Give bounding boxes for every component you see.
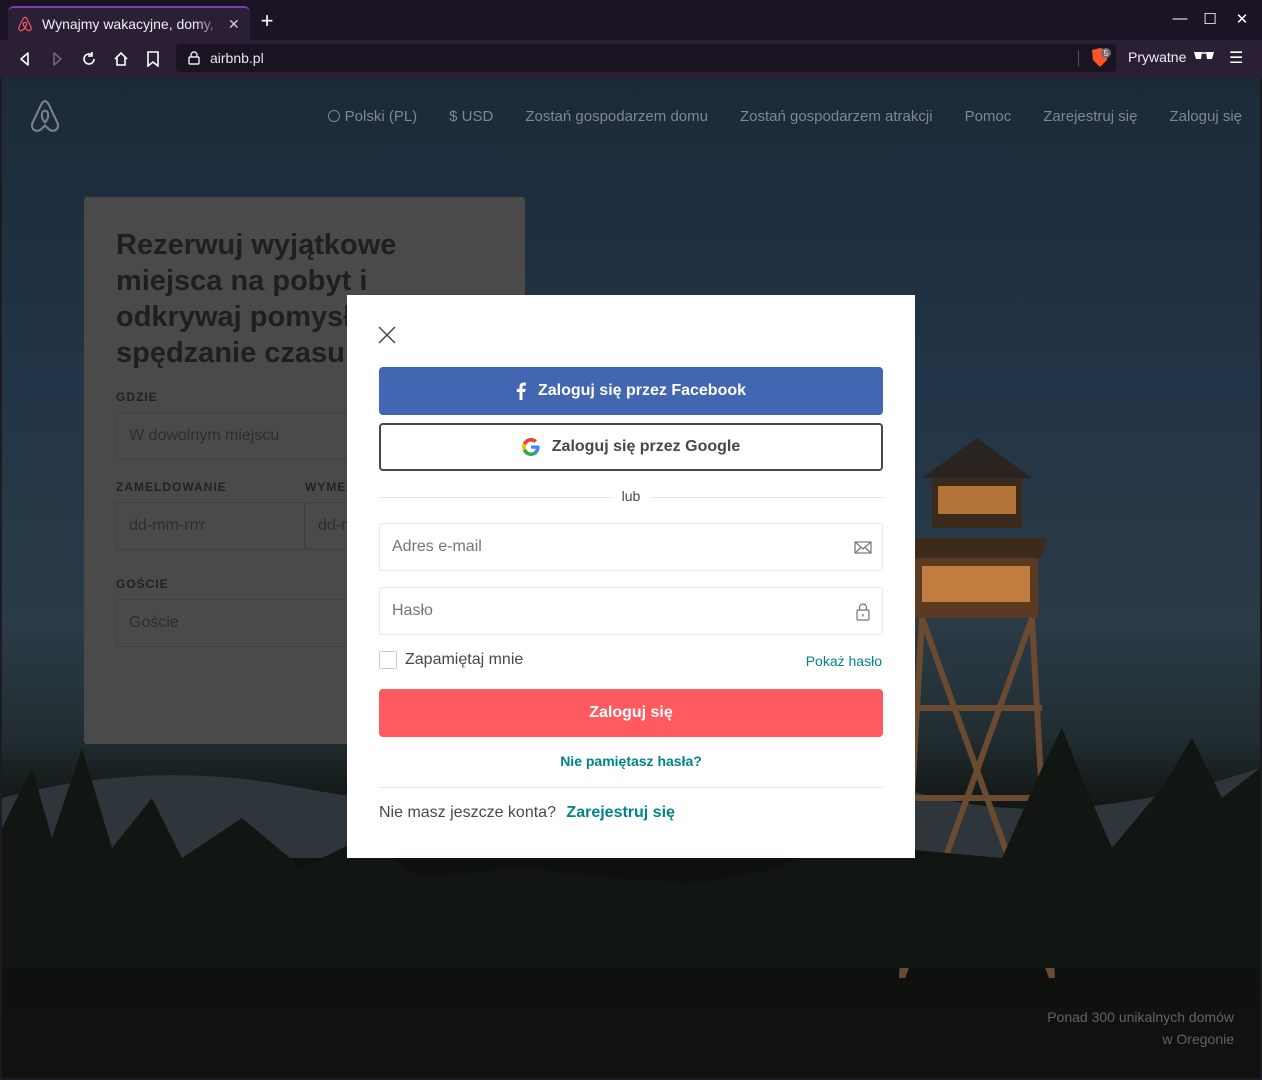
bookmark-icon[interactable]: [142, 48, 164, 70]
top-navigation: Polski (PL) $ USD Zostań gospodarzem dom…: [327, 108, 1242, 125]
signup-link[interactable]: Zarejestruj się: [566, 804, 675, 821]
login-button[interactable]: Zaloguj się: [379, 689, 883, 737]
facebook-icon: [516, 382, 526, 400]
caption-line-2: w Oregonie: [1162, 1031, 1234, 1047]
forward-icon[interactable]: [46, 48, 68, 70]
photo-caption: Ponad 300 unikalnych domów w Oregonie: [1047, 1006, 1234, 1050]
checkin-label: ZAMELDOWANIE: [116, 480, 227, 494]
email-placeholder: Adres e-mail: [392, 538, 482, 555]
remember-label: Zapamiętaj mnie: [405, 651, 524, 668]
padlock-icon: [856, 603, 870, 621]
google-login-button[interactable]: Zaloguj się przez Google: [379, 423, 883, 471]
nav-login[interactable]: Zaloguj się: [1169, 108, 1242, 125]
google-login-label: Zaloguj się przez Google: [551, 438, 741, 455]
url-bar[interactable]: airbnb.pl 5: [176, 44, 1116, 72]
new-tab-button[interactable]: +: [256, 10, 278, 32]
nav-help[interactable]: Pomoc: [965, 108, 1012, 125]
remember-me[interactable]: Zapamiętaj mnie: [379, 651, 523, 669]
brave-shield-icon[interactable]: 5: [1088, 48, 1112, 68]
nav-host-home[interactable]: Zostań gospodarzem domu: [525, 108, 708, 125]
checkin-input[interactable]: dd-mm-rrrr: [116, 502, 305, 550]
signup-row: Nie masz jeszcze konta? Zarejestruj się: [379, 804, 675, 822]
remember-checkbox[interactable]: [379, 651, 397, 669]
google-icon: [521, 438, 540, 456]
menu-icon[interactable]: ☰: [1229, 48, 1243, 68]
tab-close-icon[interactable]: ✕: [228, 16, 240, 33]
nav-language[interactable]: Polski (PL): [327, 108, 417, 125]
tab-title: Wynajmy wakacyjne, domy,: [42, 16, 214, 32]
signup-divider: [379, 787, 883, 788]
email-field[interactable]: Adres e-mail: [379, 523, 883, 571]
close-icon[interactable]: [377, 325, 397, 345]
facebook-login-label: Zaloguj się przez Facebook: [537, 382, 747, 399]
private-glasses-icon[interactable]: [1193, 50, 1215, 62]
lock-icon: [188, 51, 200, 65]
envelope-icon: [854, 541, 872, 554]
login-button-label: Zaloguj się: [589, 704, 673, 721]
password-placeholder: Hasło: [392, 602, 433, 619]
nav-host-experience[interactable]: Zostań gospodarzem atrakcji: [740, 108, 933, 125]
nav-signup[interactable]: Zarejestruj się: [1043, 108, 1137, 125]
facebook-login-button[interactable]: Zaloguj się przez Facebook: [379, 367, 883, 415]
url-separator: [1078, 50, 1079, 66]
browser-tabbar: Wynajmy wakacyjne, domy, ✕ + — ☐ ✕: [0, 0, 1262, 40]
private-label: Prywatne: [1128, 49, 1187, 65]
login-modal: Zaloguj się przez Facebook Zaloguj się p…: [347, 295, 915, 858]
show-password-link[interactable]: Pokaż hasło: [806, 653, 882, 669]
home-icon[interactable]: [110, 48, 132, 70]
airbnb-favicon-icon: [18, 16, 32, 32]
or-label: lub: [611, 488, 651, 504]
airbnb-logo-icon[interactable]: [28, 98, 62, 134]
caption-line-1: Ponad 300 unikalnych domów: [1047, 1009, 1234, 1025]
where-label: GDZIE: [116, 390, 158, 404]
forgot-password-link[interactable]: Nie pamiętasz hasła?: [347, 753, 915, 769]
url-text: airbnb.pl: [210, 50, 264, 66]
globe-icon: [327, 110, 340, 122]
back-icon[interactable]: [14, 48, 36, 70]
reload-icon[interactable]: [78, 48, 100, 70]
no-account-label: Nie masz jeszcze konta?: [379, 804, 556, 821]
browser-tab[interactable]: Wynajmy wakacyjne, domy, ✕: [8, 6, 250, 40]
svg-text:5: 5: [1104, 49, 1109, 58]
nav-currency[interactable]: $ USD: [449, 108, 493, 125]
minimize-icon[interactable]: —: [1170, 10, 1190, 27]
maximize-icon[interactable]: ☐: [1200, 10, 1220, 28]
guests-label: GOŚCIE: [116, 577, 169, 591]
window-close-icon[interactable]: ✕: [1232, 10, 1252, 28]
password-field[interactable]: Hasło: [379, 587, 883, 635]
